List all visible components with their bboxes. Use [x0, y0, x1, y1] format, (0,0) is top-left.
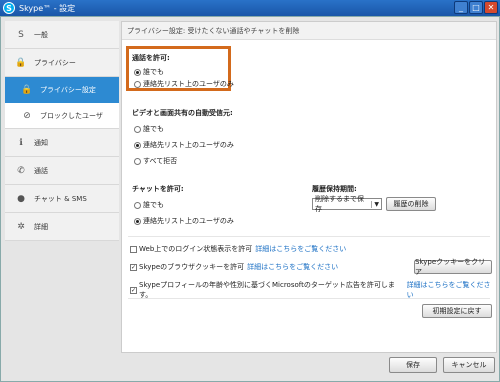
sidebar-item-blocked-users[interactable]: ⊘ ブロックしたユーザ — [5, 103, 119, 129]
checkbox-browser-cookies[interactable]: ✓ Skypeのブラウザクッキーを許可 詳細はこちらをご覧ください — [130, 262, 338, 272]
chat-title: チャットを許可: — [132, 185, 184, 193]
chat-icon: ● — [17, 193, 25, 204]
sidebar: S 一般 🔒 プライバシー 🔒 プライバシー設定 ⊘ ブロックしたユーザ ℹ 通… — [5, 21, 119, 251]
chat-option-anyone[interactable]: 誰でも — [134, 200, 164, 210]
sidebar-item-privacy[interactable]: 🔒 プライバシー — [5, 49, 119, 77]
radio-button[interactable] — [134, 157, 141, 165]
details-link[interactable]: 詳細はこちらをご覧ください — [247, 262, 338, 272]
calls-option-anyone[interactable]: 誰でも — [134, 67, 164, 77]
video-option-anyone[interactable]: 誰でも — [134, 124, 164, 134]
sidebar-item-calls[interactable]: ✆ 通話 — [5, 157, 119, 185]
sidebar-item-notifications[interactable]: ℹ 通知 — [5, 129, 119, 157]
details-link[interactable]: 詳細はこちらをご覧ください — [407, 280, 496, 300]
checkbox[interactable]: ✓ — [130, 286, 137, 294]
sidebar-item-label: 通知 — [34, 138, 48, 147]
sidebar-item-label: プライバシー — [34, 58, 76, 67]
save-button[interactable]: 保存 — [389, 357, 437, 373]
checkbox[interactable]: ✓ — [130, 263, 137, 271]
privacy-settings-panel: プライバシー設定: 受けたくない通話やチャットを削除 通話を許可: 誰でも 連絡… — [121, 21, 497, 353]
radio-button[interactable] — [134, 141, 141, 149]
calls-title: 通話を許可: — [132, 54, 170, 62]
sidebar-item-privacy-settings[interactable]: 🔒 プライバシー設定 — [5, 77, 119, 103]
video-option-reject[interactable]: すべて拒否 — [134, 156, 177, 166]
sidebar-item-label: プライバシー設定 — [40, 85, 96, 94]
sidebar-item-label: チャット & SMS — [34, 194, 87, 203]
window-title: Skype™ - 設定 — [19, 3, 76, 13]
skype-logo-icon: S — [3, 2, 15, 14]
phone-icon: ✆ — [17, 165, 25, 176]
block-icon: ⊘ — [23, 110, 31, 121]
radio-button[interactable] — [134, 201, 141, 209]
close-button[interactable]: ✕ — [484, 1, 498, 14]
clear-history-button[interactable]: 履歴の削除 — [386, 197, 436, 211]
gear-icon: ✲ — [17, 221, 25, 232]
title-bar: S Skype™ - 設定 _ □ ✕ — [0, 0, 500, 16]
radio-button[interactable] — [134, 68, 141, 76]
info-icon: ℹ — [19, 137, 23, 148]
lock-icon: 🔒 — [15, 57, 27, 68]
sidebar-item-label: ブロックしたユーザ — [40, 111, 103, 120]
chat-option-contacts[interactable]: 連絡先リスト上のユーザのみ — [134, 216, 234, 226]
panel-header: プライバシー設定: 受けたくない通話やチャットを削除 — [122, 22, 496, 40]
video-title: ビデオと画面共有の自動受信元: — [132, 109, 233, 117]
details-link[interactable]: 詳細はこちらをご覧ください — [255, 244, 346, 254]
settings-window: S 一般 🔒 プライバシー 🔒 プライバシー設定 ⊘ ブロックしたユーザ ℹ 通… — [0, 16, 500, 382]
divider — [128, 236, 490, 237]
cancel-button[interactable]: キャンセル — [443, 357, 495, 373]
checkbox[interactable] — [130, 245, 137, 253]
maximize-button[interactable]: □ — [469, 1, 483, 14]
sidebar-item-label: 一般 — [34, 30, 48, 39]
sidebar-item-advanced[interactable]: ✲ 詳細 — [5, 213, 119, 241]
sidebar-item-chat-sms[interactable]: ● チャット & SMS — [5, 185, 119, 213]
lock-icon: 🔒 — [21, 84, 33, 95]
checkbox-targeted-ads[interactable]: ✓ Skypeプロフィールの年齢や性別に基づくMicrosoftのターゲット広告… — [130, 280, 496, 300]
minimize-button[interactable]: _ — [454, 1, 468, 14]
radio-button[interactable] — [134, 125, 141, 133]
skype-logo-icon: S — [18, 29, 24, 40]
radio-button[interactable] — [134, 217, 141, 225]
history-period-select[interactable]: 削除するまで保存 ▼ — [312, 195, 382, 213]
sidebar-item-label: 詳細 — [34, 222, 48, 231]
checkbox-web-status[interactable]: Web上でのログイン状態表示を許可 詳細はこちらをご覧ください — [130, 244, 346, 254]
history-title: 履歴保持期間: — [312, 185, 357, 193]
radio-button[interactable] — [134, 80, 141, 88]
divider — [128, 298, 490, 299]
chevron-down-icon: ▼ — [371, 200, 381, 208]
clear-cookies-button[interactable]: Skypeクッキーをクリア — [414, 258, 492, 276]
calls-option-contacts[interactable]: 連絡先リスト上のユーザのみ — [134, 79, 234, 89]
sidebar-item-general[interactable]: S 一般 — [5, 21, 119, 49]
sidebar-item-label: 通話 — [34, 166, 48, 175]
video-option-contacts[interactable]: 連絡先リスト上のユーザのみ — [134, 140, 234, 150]
reset-defaults-button[interactable]: 初期設定に戻す — [422, 304, 492, 318]
